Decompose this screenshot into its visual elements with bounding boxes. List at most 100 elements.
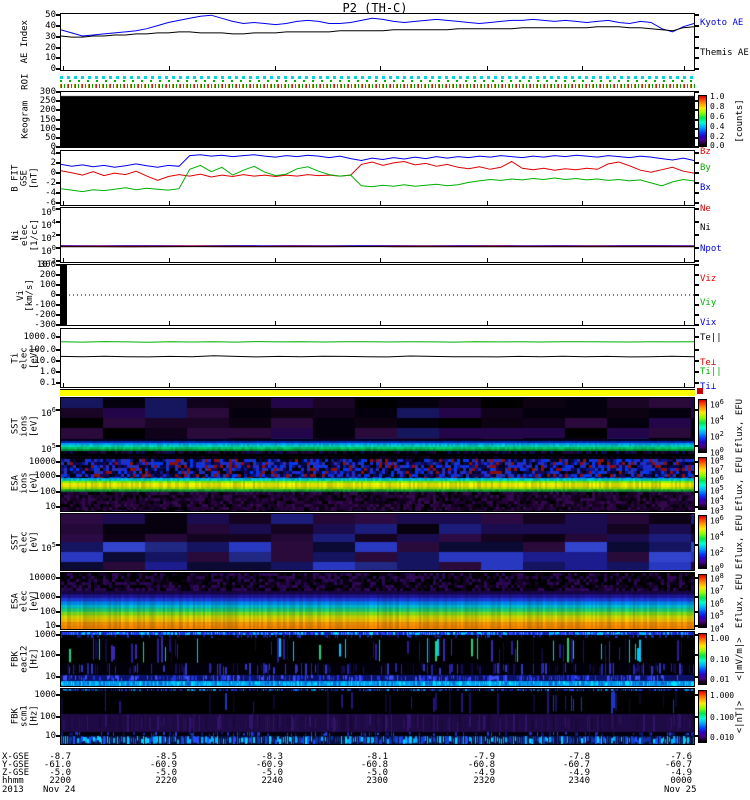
tick-mark xyxy=(694,348,699,351)
trace-label-bx: Bx xyxy=(700,182,711,193)
ytick-vi: 300 xyxy=(39,260,56,271)
spectrogram-esa_i xyxy=(61,456,694,511)
x-tick-mark xyxy=(169,383,170,387)
series-bz xyxy=(61,160,694,181)
x-tick-mark xyxy=(169,258,170,262)
ytick-bfit: -4 xyxy=(45,188,56,199)
x-tick-mark xyxy=(380,66,381,70)
colorbar-unit-esa_e: Eflux, EFU xyxy=(735,573,745,629)
tick-mark xyxy=(56,576,61,579)
tick-mark xyxy=(694,192,699,195)
x-tick-mark xyxy=(582,66,583,70)
colorbar-tick-fbk_s: 0.010 xyxy=(710,732,735,742)
tick-mark xyxy=(56,460,61,463)
tick-mark xyxy=(694,371,699,374)
xaxis-value-t: 2220 xyxy=(155,776,177,786)
tick-mark xyxy=(694,360,699,362)
tick-mark xyxy=(694,35,699,38)
ytick-vi: 100 xyxy=(39,280,56,291)
xaxis-date: Nov 24 xyxy=(43,785,76,795)
tick-mark xyxy=(56,68,61,71)
series-themis-ae xyxy=(61,26,694,38)
tick-mark xyxy=(56,220,61,223)
ytick-fbk_s: 100 xyxy=(39,711,56,722)
tick-mark xyxy=(56,735,61,738)
x-tick-mark xyxy=(582,201,583,205)
spectrogram-keo xyxy=(61,92,694,147)
x-tick-mark xyxy=(487,383,488,387)
tick-mark xyxy=(56,109,61,112)
ytick-esa_i: 10000 xyxy=(28,456,56,467)
ytick-ae: 30 xyxy=(45,31,56,42)
colorbar-unit-fbk_s: <|nT|> xyxy=(735,700,745,733)
trace-label-viy: Viy xyxy=(700,297,717,308)
ytick-ti: 1000.0 xyxy=(23,332,56,342)
line-plot-ni xyxy=(61,245,694,248)
ytick-vi: -200 xyxy=(34,309,56,320)
x-tick-mark xyxy=(275,66,276,70)
tick-mark xyxy=(56,247,61,250)
colorbar-sst_i xyxy=(698,399,707,453)
ytick-ae: 50 xyxy=(45,10,56,21)
colorbar-unit-sst_e: Eflux, EFU xyxy=(735,514,745,570)
tick-mark xyxy=(56,633,61,636)
x-tick-mark xyxy=(684,201,685,205)
trace-label-themisae: Themis AE xyxy=(700,47,749,58)
tick-mark xyxy=(56,611,61,614)
tick-mark xyxy=(694,294,699,296)
ytick-esa_i: 10 xyxy=(45,501,56,512)
panel-fbk_e xyxy=(60,631,695,687)
tick-mark xyxy=(694,382,699,385)
trace-label-by: By xyxy=(700,162,711,173)
tick-mark xyxy=(56,445,61,448)
tick-mark xyxy=(56,382,61,385)
xaxis-value-t: 2300 xyxy=(366,776,388,786)
x-tick-mark xyxy=(487,258,488,262)
line-plot-vi xyxy=(61,294,694,296)
series-bx xyxy=(61,154,694,168)
panel-ae xyxy=(60,13,695,71)
ytick-fbk_s: 10 xyxy=(45,731,56,742)
xaxis-value-t: 2340 xyxy=(568,776,590,786)
ytick-vi: 0 xyxy=(50,290,56,300)
x-tick-mark xyxy=(380,201,381,205)
xaxis-value-t: 2240 xyxy=(261,776,283,786)
tick-mark xyxy=(694,57,699,60)
tick-mark xyxy=(56,624,61,627)
x-tick-mark xyxy=(380,258,381,262)
tick-mark xyxy=(56,371,61,374)
ytick-esa_e: 1000 xyxy=(34,591,56,602)
ytick-bfit: 2 xyxy=(50,157,56,168)
colorbar-unit-esa_i: Eflux, EFU xyxy=(735,456,745,511)
spectrogram-esa_e xyxy=(61,573,694,629)
tick-mark xyxy=(56,161,61,164)
ytick-esa_i: 1000 xyxy=(34,471,56,482)
tick-mark xyxy=(694,336,699,338)
series-by xyxy=(61,164,694,193)
spectrogram-fbk_e xyxy=(61,632,694,686)
x-tick-mark xyxy=(63,201,64,205)
tick-mark xyxy=(56,693,61,696)
tick-mark xyxy=(694,234,699,236)
x-tick-mark xyxy=(380,321,381,325)
ytick-ae: 40 xyxy=(45,20,56,31)
ytick-fbk_e: 100 xyxy=(39,650,56,661)
ytick-esa_e: 10000 xyxy=(28,572,56,583)
panel-ni xyxy=(60,207,695,263)
tick-mark xyxy=(56,475,61,478)
tick-mark xyxy=(694,264,699,267)
tick-mark xyxy=(56,24,61,27)
ytick-sst_i: 105 xyxy=(40,442,56,456)
tick-mark xyxy=(694,303,699,306)
tick-mark xyxy=(694,220,699,223)
xaxis-value-t: 2320 xyxy=(473,776,495,786)
tick-mark xyxy=(56,336,61,338)
tick-mark xyxy=(694,247,699,250)
line-plot-ti xyxy=(61,341,694,358)
tick-mark xyxy=(56,151,61,154)
roi-row-cyan xyxy=(60,76,695,79)
line-plot-ae xyxy=(61,14,694,38)
x-tick-mark xyxy=(684,383,685,387)
colorbar-sst_e xyxy=(698,515,707,569)
colorbar-esa_e xyxy=(698,574,707,628)
